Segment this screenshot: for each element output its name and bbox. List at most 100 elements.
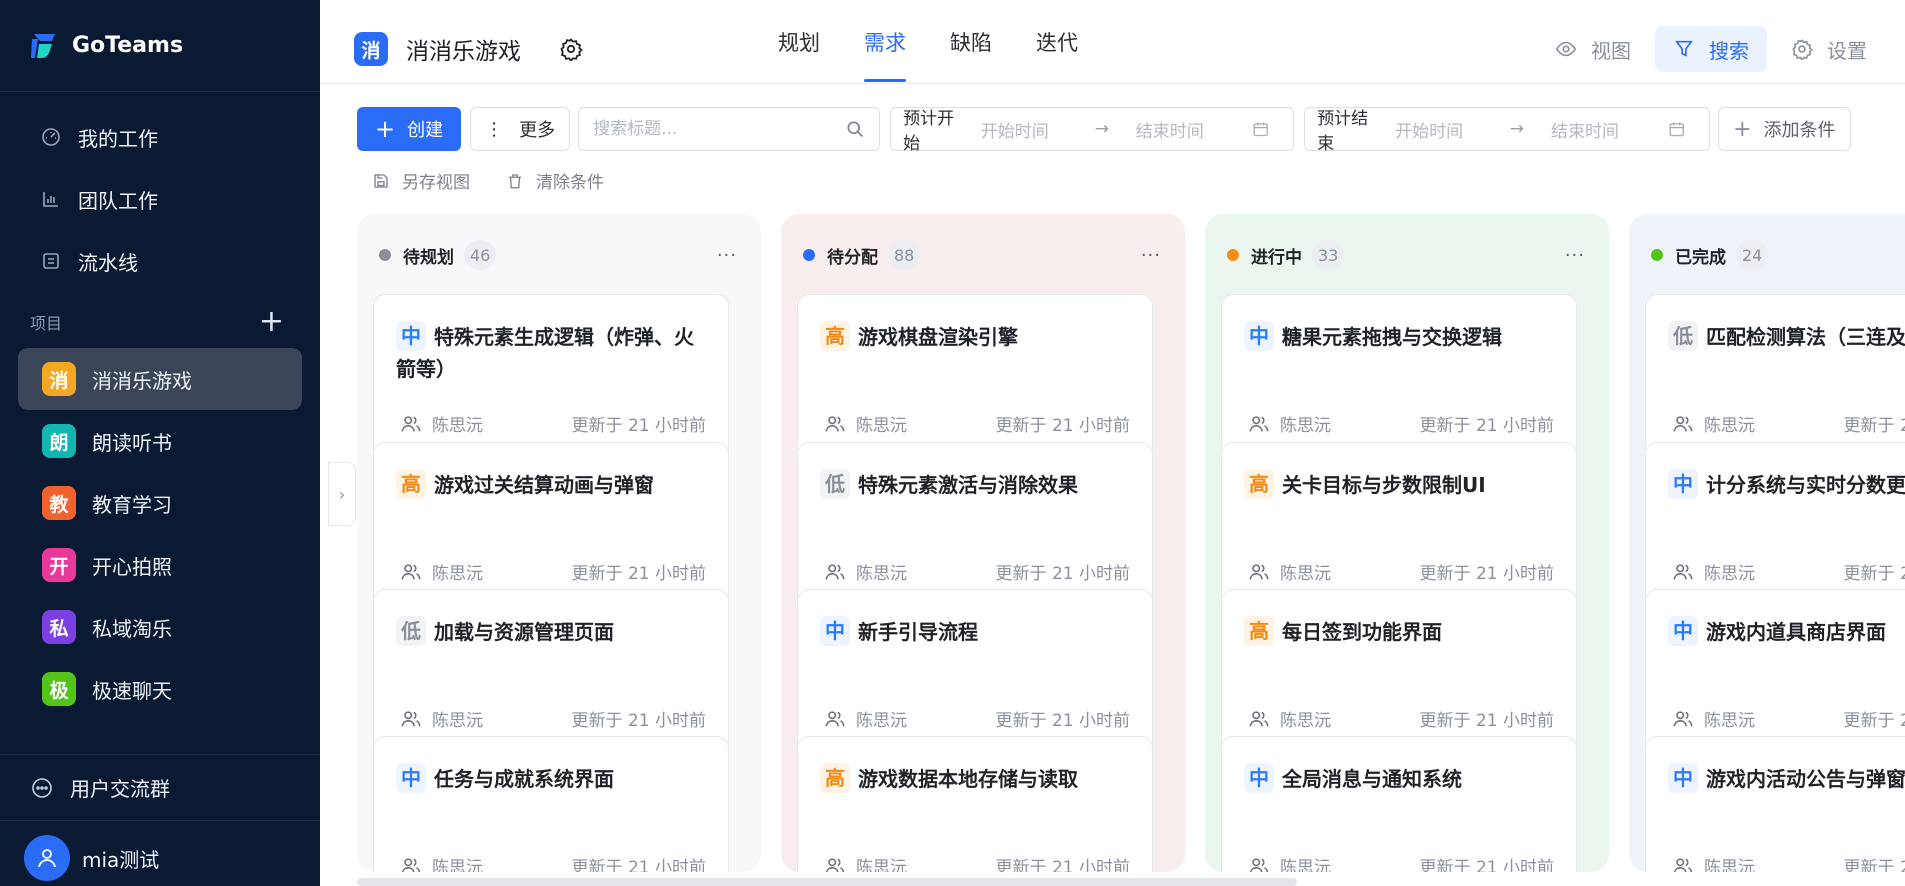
users-icon — [824, 708, 846, 730]
project-item-langdu[interactable]: 朗 朗读听书 — [18, 410, 302, 472]
requirement-card[interactable]: 低特殊元素激活与消除效果 陈思沅 更新于 21 小时前 — [797, 442, 1153, 608]
add-project-button[interactable]: + — [259, 307, 284, 337]
add-condition-button[interactable]: + 添加条件 — [1718, 107, 1851, 151]
requirement-card[interactable]: 中糖果元素拖拽与交换逻辑 陈思沅 更新于 21 小时前 — [1221, 294, 1577, 460]
card-title: 中计分系统与实时分数更新 — [1668, 469, 1905, 501]
card-footer: 陈思沅 更新于 21 小时前 — [1248, 559, 1554, 584]
requirement-card[interactable]: 高游戏过关结算动画与弹窗 陈思沅 更新于 21 小时前 — [373, 442, 729, 608]
view-button[interactable]: 视图 — [1537, 26, 1649, 72]
save-view-button[interactable]: 另存视图 — [372, 168, 470, 193]
card-title-text: 全局消息与通知系统 — [1282, 767, 1462, 791]
search-icon[interactable] — [845, 119, 865, 139]
requirement-card[interactable]: 高关卡目标与步数限制UI 陈思沅 更新于 21 小时前 — [1221, 442, 1577, 608]
nav-pipeline[interactable]: 流水线 — [0, 230, 320, 292]
card-title-text: 匹配检测算法（三连及以上） — [1706, 325, 1905, 349]
settings-button[interactable]: 设置 — [1773, 26, 1885, 72]
gear-icon[interactable] — [559, 37, 583, 61]
column-more-icon[interactable]: ··· — [717, 245, 737, 266]
requirement-card[interactable]: 中任务与成就系统界面 陈思沅 更新于 21 小时前 — [373, 736, 729, 872]
trash-icon — [509, 173, 521, 188]
requirement-card[interactable]: 低匹配检测算法（三连及以上） 陈思沅 更新于 21 小时前 — [1645, 294, 1905, 460]
clear-conditions-button[interactable]: 清除条件 — [506, 168, 604, 193]
card-footer: 陈思沅 更新于 21 小时前 — [1248, 411, 1554, 436]
brand[interactable]: GoTeams — [0, 0, 320, 92]
user-community-link[interactable]: 用户交流群 — [0, 755, 320, 821]
calendar-icon — [1253, 122, 1268, 137]
card-updated: 更新于 21 小时前 — [571, 858, 706, 872]
project-item-jisu[interactable]: 极 极速聊天 — [18, 658, 302, 720]
requirement-card[interactable]: 低加载与资源管理页面 陈思沅 更新于 21 小时前 — [373, 589, 729, 755]
card-assignee: 陈思沅 — [856, 416, 907, 436]
priority-badge: 中 — [1668, 616, 1698, 646]
main-nav: 我的工作 团队工作 流水线 — [0, 92, 320, 292]
search-input[interactable] — [593, 119, 846, 139]
pipeline-icon — [40, 250, 62, 272]
create-button[interactable]: + 创建 — [357, 107, 462, 151]
tab-defects[interactable]: 缺陷 — [928, 0, 1014, 84]
requirement-card[interactable]: 中计分系统与实时分数更新陈思沅 更新于 21 小时前 — [1645, 442, 1905, 608]
card-title-text: 任务与成就系统界面 — [434, 767, 614, 791]
project-badge: 消 — [42, 362, 76, 396]
plan-end-from[interactable]: 开始时间 — [1395, 117, 1510, 142]
column-title: 进行中 — [1251, 247, 1302, 268]
card-updated: 更新于 21 小时前 — [995, 858, 1130, 872]
current-user[interactable]: mia测试 — [0, 821, 320, 886]
project-item-xiaoxiaole[interactable]: 消 消消乐游戏 — [18, 348, 302, 410]
nav-team-work[interactable]: 团队工作 — [0, 168, 320, 230]
card-title-text: 游戏棋盘渲染引擎 — [858, 325, 1018, 349]
requirement-card[interactable]: 高游戏数据本地存储与读取 陈思沅 更新于 21 小时前 — [797, 736, 1153, 872]
card-title-text: 关卡目标与步数限制UI — [1282, 473, 1486, 497]
plan-end-range[interactable]: 预计结束 开始时间 → 结束时间 — [1304, 107, 1711, 154]
card-title: 中游戏内活动公告与弹窗 — [1668, 763, 1905, 795]
column-more-icon[interactable]: ··· — [1141, 245, 1161, 266]
users-icon — [400, 561, 422, 583]
plan-start-range[interactable]: 预计开始 开始时间 → 结束时间 — [890, 107, 1295, 154]
users-icon — [400, 708, 422, 730]
card-footer: 陈思沅 更新于 21 小时前 — [400, 853, 706, 872]
priority-badge: 高 — [820, 763, 850, 793]
card-footer: 陈思沅 更新于 21 小时前 — [824, 853, 1130, 872]
project-label: 极速聊天 — [92, 678, 172, 703]
requirement-card[interactable]: 中游戏内道具商店界面陈思沅 更新于 21 小时前 — [1645, 589, 1905, 755]
tab-planning[interactable]: 规划 — [756, 0, 842, 84]
users-icon — [824, 855, 846, 872]
plan-start-to[interactable]: 结束时间 — [1136, 117, 1250, 142]
settings-icon — [1792, 39, 1813, 60]
requirement-card[interactable]: 中特殊元素生成逻辑（炸弹、火箭等） 陈思沅 更新于 21 小时前 — [373, 294, 729, 460]
requirement-card[interactable]: 中新手引导流程 陈思沅 更新于 21 小时前 — [797, 589, 1153, 755]
more-button[interactable]: ⋮ 更多 — [470, 107, 571, 151]
plan-start-from[interactable]: 开始时间 — [981, 117, 1095, 142]
status-dot — [1651, 249, 1663, 261]
card-footer: 陈思沅 更新于 21 小时前 — [1672, 411, 1905, 436]
plan-end-to[interactable]: 结束时间 — [1551, 117, 1666, 142]
requirement-card[interactable]: 高每日签到功能界面 陈思沅 更新于 21 小时前 — [1221, 589, 1577, 755]
card-title-text: 游戏过关结算动画与弹窗 — [434, 473, 654, 497]
tab-requirements[interactable]: 需求 — [842, 0, 928, 84]
project-label: 朗读听书 — [92, 430, 172, 455]
priority-badge: 中 — [820, 616, 850, 646]
project-item-jiaoyu[interactable]: 教 教育学习 — [18, 472, 302, 534]
card-footer: 陈思沅 更新于 21 小时前 — [824, 411, 1130, 436]
search-toggle-button[interactable]: 搜索 — [1655, 26, 1767, 72]
project-item-siyu[interactable]: 私 私域淘乐 — [18, 596, 302, 658]
status-dot — [379, 249, 391, 261]
card-footer: 陈思沅 更新于 21 小时前 — [824, 706, 1130, 731]
tab-iterations[interactable]: 迭代 — [1014, 0, 1100, 84]
card-title: 低匹配检测算法（三连及以上） — [1668, 321, 1905, 353]
requirement-card[interactable]: 中全局消息与通知系统 陈思沅 更新于 21 小时前 — [1221, 736, 1577, 872]
requirement-card[interactable]: 高游戏棋盘渲染引擎 陈思沅 更新于 21 小时前 — [797, 294, 1153, 460]
project-item-kaixin[interactable]: 开 开心拍照 — [18, 534, 302, 596]
nav-my-work[interactable]: 我的工作 — [0, 106, 320, 168]
card-updated: 更新于 21 小时前 — [1419, 564, 1554, 584]
project-header-badge: 消 — [354, 32, 388, 66]
card-updated: 更新于 21 小时前 — [1843, 858, 1905, 872]
column-more-icon[interactable]: ··· — [1565, 245, 1585, 266]
card-updated: 更新于 21 小时前 — [1843, 416, 1905, 436]
users-icon — [824, 413, 846, 435]
horizontal-scrollbar[interactable] — [357, 878, 1297, 886]
nav-team-work-label: 团队工作 — [78, 188, 158, 213]
requirement-card[interactable]: 中游戏内活动公告与弹窗陈思沅 更新于 21 小时前 — [1645, 736, 1905, 872]
sidebar-collapse-toggle[interactable]: › — [328, 462, 356, 526]
priority-badge: 中 — [1244, 321, 1274, 351]
card-assignee: 陈思沅 — [432, 416, 483, 436]
